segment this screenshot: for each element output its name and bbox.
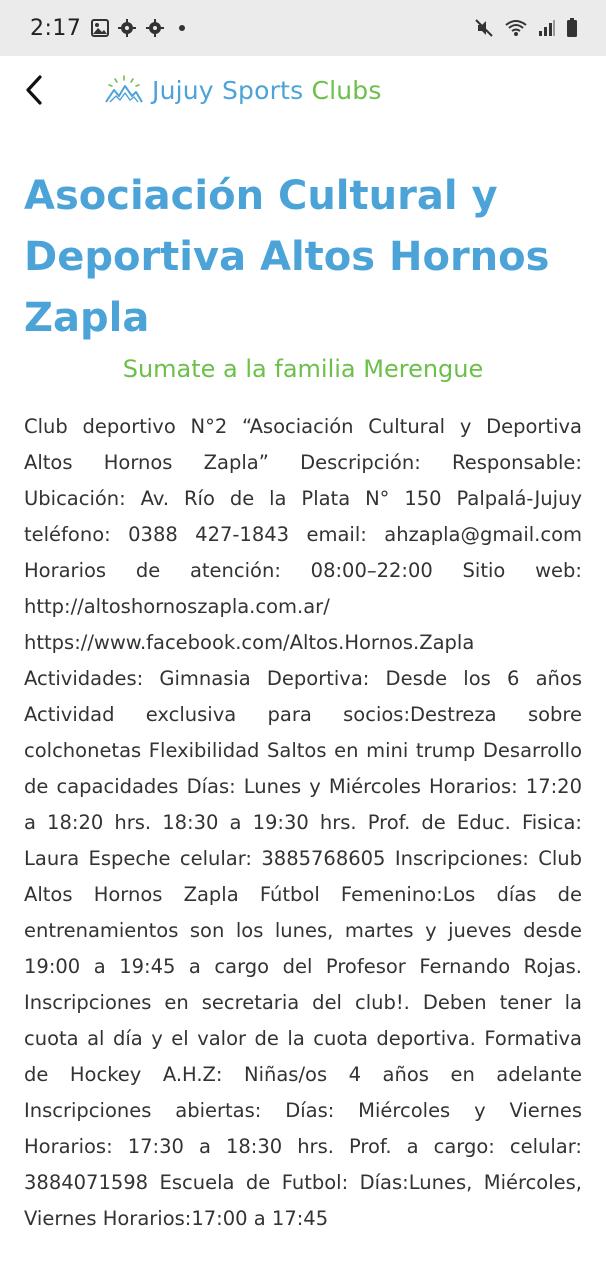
mute-icon [475, 19, 493, 37]
status-time: 2:17 [30, 15, 82, 41]
settings-icon [118, 19, 137, 37]
app-header: Jujuy Sports Clubs [0, 56, 606, 126]
gallery-icon [91, 19, 110, 37]
system-icons [474, 18, 578, 38]
app-logo-text: Jujuy Sports Clubs [152, 76, 382, 105]
more-notifications-dot [179, 25, 186, 31]
club-tagline: Sumate a la familia Merengue [122, 355, 484, 383]
logo-text-main: Jujuy Sports [152, 75, 312, 105]
page-title: Asociación Cultural y Deportiva Altos Ho… [24, 173, 550, 341]
battery-icon [567, 18, 577, 37]
mountain-logo-icon [105, 75, 143, 103]
club-detail-content: Asociación Cultural y Deportiva Altos Ho… [24, 126, 582, 1237]
chevron-left-icon [26, 75, 42, 105]
logo-text-clubs: Clubs [311, 75, 382, 105]
settings-icon [146, 19, 165, 37]
club-description: Club deportivo N°2 “Asociación Cultural … [24, 415, 582, 1230]
notification-icons [91, 18, 186, 38]
signal-icon [539, 20, 555, 36]
wifi-icon [505, 20, 527, 36]
status-bar: 2:17 [0, 0, 606, 56]
status-left: 2:17 [30, 15, 186, 41]
app-logo: Jujuy Sports Clubs [104, 70, 382, 110]
back-button[interactable] [14, 68, 54, 112]
